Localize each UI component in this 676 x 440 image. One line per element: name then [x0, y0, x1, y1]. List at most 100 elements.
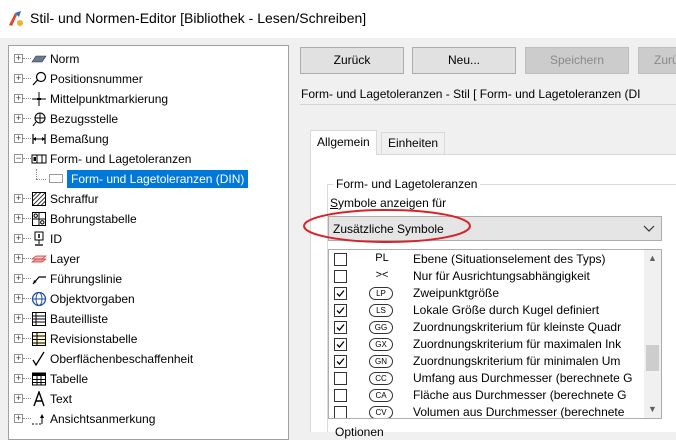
selected-tree-label: Form- und Lagetoleranzen (DIN) — [67, 170, 249, 188]
view-annotation-icon — [32, 414, 44, 425]
tree-item-id[interactable]: + ID — [9, 229, 288, 249]
expand-icon[interactable]: + — [14, 134, 23, 143]
symbol-checkbox[interactable] — [334, 389, 347, 402]
tree-item-objektvorgaben[interactable]: + Objektvorgaben — [9, 289, 288, 309]
tree-item-revisionstabelle[interactable]: + Revisionstabelle — [9, 329, 288, 349]
tab-einheiten[interactable]: Einheiten — [381, 132, 446, 154]
expand-icon[interactable]: + — [14, 214, 23, 223]
object-defaults-icon — [31, 291, 47, 307]
list-item[interactable]: CC Umfang aus Durchmesser (berechnete G — [329, 370, 645, 387]
tree-item-form-und-lagetoleranzen-din[interactable]: Form- und Lagetoleranzen (DIN) — [9, 169, 288, 189]
expand-icon[interactable]: + — [14, 354, 23, 363]
symbol-label: Zuordnungskriterium für kleinste Quadr — [413, 320, 622, 334]
layer-icon — [31, 255, 47, 263]
symbol-glyph: GG — [369, 321, 393, 334]
symbol-glyph: PL — [375, 252, 389, 264]
expand-icon[interactable]: + — [14, 374, 23, 383]
checkmark-icon — [336, 290, 345, 297]
text-icon — [33, 391, 45, 407]
tab-allgemein[interactable]: Allgemein — [310, 130, 377, 155]
title-bar: Stil- und Normen-Editor [Bibliothek - Le… — [0, 0, 676, 38]
list-item[interactable]: LS Lokale Größe durch Kugel definiert — [329, 302, 645, 319]
tree-item-norm[interactable]: + Norm — [9, 49, 288, 69]
symbol-label: Lokale Größe durch Kugel definiert — [413, 303, 600, 317]
symbol-label: Nur für Ausrichtungsabhängigkeit — [413, 269, 590, 283]
symbol-glyph: LS — [369, 304, 393, 317]
centermark-icon — [32, 92, 46, 106]
list-item[interactable]: CV Volumen aus Durchmesser (berechnete — [329, 404, 645, 419]
list-scrollbar[interactable]: ▲ ▼ — [644, 250, 661, 418]
symbol-label: Umfang aus Durchmesser (berechnete G — [413, 371, 633, 385]
tree-item-mittelpunktmarkierung[interactable]: + Mittelpunktmarkierung — [9, 89, 288, 109]
list-item[interactable]: >< Nur für Ausrichtungsabhängigkeit — [329, 268, 645, 285]
expand-icon[interactable]: + — [14, 294, 23, 303]
expand-icon[interactable]: + — [14, 414, 23, 423]
list-item[interactable]: GG Zuordnungskriterium für kleinste Quadr — [329, 319, 645, 336]
tree-item-schraffur[interactable]: + Schraffur — [9, 189, 288, 209]
tree-item-layer[interactable]: + Layer — [9, 249, 288, 269]
symbol-checkbox[interactable] — [334, 304, 347, 317]
expand-icon[interactable]: + — [14, 334, 23, 343]
list-item[interactable]: GN Zuordnungskriterium für minimalen Um — [329, 353, 645, 370]
symbol-checkbox[interactable] — [334, 321, 347, 334]
expand-icon[interactable]: + — [14, 254, 23, 263]
balloon-icon — [32, 71, 47, 86]
collapse-icon[interactable]: − — [14, 154, 23, 163]
highlight-ellipse — [303, 209, 471, 243]
tree-item-oberflaechenbeschaffenheit[interactable]: + Oberflächenbeschaffenheit — [9, 349, 288, 369]
symbol-checkbox[interactable] — [334, 406, 347, 418]
tree-item-bohrungstabelle[interactable]: + Bohrungstabelle — [9, 209, 288, 229]
expand-icon[interactable]: + — [14, 54, 23, 63]
checkmark-icon — [336, 358, 345, 365]
symbol-checkbox[interactable] — [334, 355, 347, 368]
expand-icon[interactable]: + — [14, 314, 23, 323]
list-item[interactable]: LP Zweipunktgröße — [329, 285, 645, 302]
expand-icon[interactable]: + — [14, 74, 23, 83]
table-icon — [32, 372, 46, 386]
style-tree[interactable]: + Norm + Positionsnummer + Mittelpunktma… — [8, 45, 289, 440]
expand-icon[interactable]: + — [14, 394, 23, 403]
tree-item-tabelle[interactable]: + Tabelle — [9, 369, 288, 389]
symbol-glyph: >< — [375, 269, 389, 281]
expand-icon[interactable]: + — [14, 194, 23, 203]
symbol-glyph: CC — [369, 372, 393, 385]
expand-icon[interactable]: + — [14, 274, 23, 283]
tree-item-bezugsstelle[interactable]: + Bezugsstelle — [9, 109, 288, 129]
dimension-icon — [32, 134, 46, 144]
revision-table-icon — [32, 332, 46, 346]
scroll-up-icon[interactable]: ▲ — [644, 250, 661, 267]
expand-icon[interactable]: + — [14, 94, 23, 103]
reset-button[interactable]: Zurü — [638, 47, 676, 74]
datum-target-icon — [32, 112, 46, 127]
scroll-down-icon[interactable]: ▼ — [644, 401, 661, 418]
list-item[interactable]: CA Fläche aus Durchmesser (berechnete G — [329, 387, 645, 404]
group-legend: Form- und Lagetoleranzen — [333, 177, 481, 191]
symbol-checkbox[interactable] — [334, 372, 347, 385]
tree-item-text[interactable]: + Text — [9, 389, 288, 409]
header-divider — [300, 104, 676, 105]
symbol-checkbox[interactable] — [334, 253, 347, 266]
window-title: Stil- und Normen-Editor [Bibliothek - Le… — [30, 10, 367, 26]
tree-item-ansichtsanmerkung[interactable]: + Ansichtsanmerkung — [9, 409, 288, 429]
tree-item-bauteilliste[interactable]: + Bauteilliste — [9, 309, 288, 329]
parts-list-icon — [32, 312, 46, 326]
tree-item-bemassung[interactable]: + Bemaßung — [9, 129, 288, 149]
list-item[interactable]: PL Ebene (Situationselement des Typs) — [329, 251, 645, 268]
scroll-thumb[interactable] — [646, 345, 659, 371]
tree-item-positionsnummer[interactable]: + Positionsnummer — [9, 69, 288, 89]
symbol-checkbox[interactable] — [334, 270, 347, 283]
expand-icon[interactable]: + — [14, 234, 23, 243]
symbol-checkbox[interactable] — [334, 287, 347, 300]
expand-icon[interactable]: + — [14, 114, 23, 123]
back-button[interactable]: Zurück — [300, 47, 404, 74]
save-button[interactable]: Speichern — [525, 47, 629, 74]
tree-item-form-und-lagetoleranzen[interactable]: − Form- und Lagetoleranzen — [9, 149, 288, 169]
symbol-glyph: CV — [369, 406, 393, 418]
symbol-label: Zuordnungskriterium für minimalen Um — [413, 354, 621, 368]
tree-item-fuehrungslinie[interactable]: + Führungslinie — [9, 269, 288, 289]
list-item[interactable]: GX Zuordnungskriterium für maximalen Ink — [329, 336, 645, 353]
symbols-list[interactable]: PL Ebene (Situationselement des Typs) >< Nu… — [328, 249, 662, 419]
symbol-label: Volumen aus Durchmesser (berechnete — [413, 405, 625, 419]
symbol-checkbox[interactable] — [334, 338, 347, 351]
new-button[interactable]: Neu... — [412, 47, 516, 74]
